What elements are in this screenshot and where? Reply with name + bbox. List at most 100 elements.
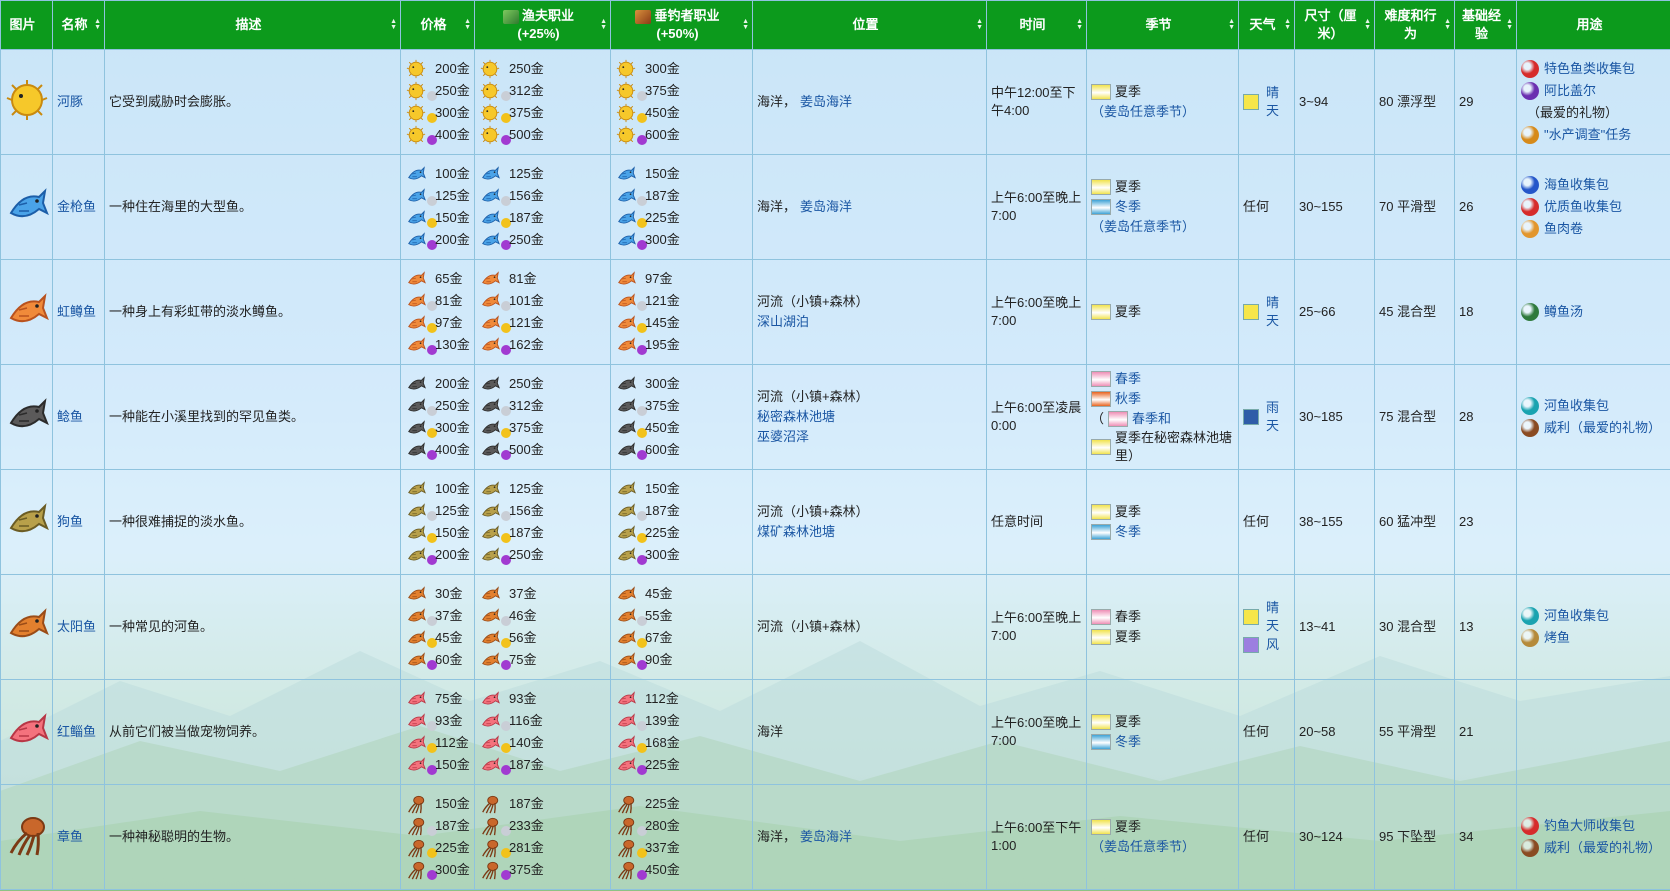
use-link[interactable]: 河鱼收集包 [1544, 397, 1609, 415]
season-line: 夏季 [1091, 302, 1234, 322]
use-link[interactable]: 威利（最爱的礼物） [1544, 419, 1661, 437]
weather-link[interactable]: 晴天 [1266, 599, 1290, 635]
sort-icon[interactable]: ▲ ▼ [1228, 18, 1235, 31]
fish-name-link[interactable]: 狗鱼 [57, 514, 83, 529]
season-link[interactable]: 冬季 [1115, 733, 1141, 751]
use-link[interactable]: 河鱼收集包 [1544, 607, 1609, 625]
use-link[interactable]: 海鱼收集包 [1544, 176, 1609, 194]
sort-icon[interactable]: ▲ ▼ [1444, 18, 1451, 31]
season-link[interactable]: 冬季 [1115, 198, 1141, 216]
location-link[interactable]: 姜岛海洋 [800, 198, 852, 216]
use-line[interactable]: 鳟鱼汤 [1521, 301, 1666, 323]
col-size[interactable]: 尺寸（厘米） ▲ ▼ [1294, 0, 1375, 50]
fish-name-link[interactable]: 章鱼 [57, 829, 83, 844]
quality-iridium-icon [615, 860, 647, 880]
sort-icon[interactable]: ▲ ▼ [464, 18, 471, 31]
col-price[interactable]: 价格 ▲ ▼ [400, 0, 475, 50]
weather-link[interactable]: 雨天 [1266, 399, 1290, 435]
col-location[interactable]: 位置 ▲ ▼ [752, 0, 987, 50]
use-link[interactable]: "水产调查"任务 [1544, 126, 1631, 144]
quality-gold-icon [615, 523, 647, 543]
use-line[interactable]: 特色鱼类收集包 [1521, 58, 1666, 80]
location-link[interactable]: 秘密森林池塘 [757, 408, 835, 426]
use-link[interactable]: 钓鱼大师收集包 [1544, 817, 1635, 835]
season-line: （姜岛任意季节） [1091, 102, 1234, 122]
fish-name-link[interactable]: 红鲻鱼 [57, 724, 96, 739]
sort-icon[interactable]: ▲ ▼ [1506, 18, 1513, 31]
col-difficulty[interactable]: 难度和行为 ▲ ▼ [1374, 0, 1455, 50]
sort-icon[interactable]: ▲ ▼ [1284, 18, 1291, 31]
col-desc[interactable]: 描述 ▲ ▼ [104, 0, 401, 50]
price-line: 337金 [615, 837, 748, 859]
use-link[interactable]: 优质鱼收集包 [1544, 198, 1622, 216]
use-line[interactable]: 河鱼收集包 [1521, 605, 1666, 627]
sort-icon[interactable]: ▲ ▼ [390, 18, 397, 31]
sort-icon[interactable]: ▲ ▼ [600, 18, 607, 31]
price-line: 156金 [479, 185, 606, 207]
use-line[interactable]: 鱼肉卷 [1521, 218, 1666, 240]
location-link[interactable]: 深山湖泊 [757, 313, 809, 331]
pike-icon [408, 481, 426, 495]
col-season[interactable]: 季节 ▲ ▼ [1086, 0, 1239, 50]
season-link[interactable]: 春季和 [1132, 410, 1171, 428]
use-line[interactable]: 威利（最爱的礼物） [1521, 417, 1666, 439]
price-line: 225金 [615, 793, 748, 815]
sunfish-icon [408, 630, 426, 644]
use-link[interactable]: 特色鱼类收集包 [1544, 60, 1635, 78]
use-link[interactable]: 阿比盖尔 [1544, 82, 1596, 100]
season-link[interactable]: （姜岛任意季节） [1091, 218, 1195, 236]
sort-icon[interactable]: ▲ ▼ [1364, 18, 1371, 31]
season-link[interactable]: 秋季 [1115, 390, 1141, 408]
price-value: 250金 [509, 61, 544, 76]
season-link[interactable]: （姜岛任意季节） [1091, 838, 1195, 856]
col-weather[interactable]: 天气 ▲ ▼ [1238, 0, 1295, 50]
location-link[interactable]: 煤矿森林池塘 [757, 523, 835, 541]
use-line[interactable]: 优质鱼收集包 [1521, 196, 1666, 218]
season-link[interactable]: 春季 [1115, 370, 1141, 388]
col-angler[interactable]: 垂钓者职业 (+50%) ▲ ▼ [610, 0, 753, 50]
use-line[interactable]: 河鱼收集包 [1521, 395, 1666, 417]
location-link[interactable]: 巫婆沼泽 [757, 428, 809, 446]
fish-name-link[interactable]: 鲶鱼 [57, 409, 83, 424]
use-link[interactable]: 鱼肉卷 [1544, 220, 1583, 238]
sort-icon[interactable]: ▲ ▼ [94, 18, 101, 31]
time-cell: 上午6:00至晚上7:00 [986, 574, 1087, 680]
price-value: 200金 [435, 61, 470, 76]
quality-iridium-icon [615, 545, 647, 565]
fish-name-link[interactable]: 金枪鱼 [57, 199, 96, 214]
season-link[interactable]: 冬季 [1115, 523, 1141, 541]
quality-iridium-icon [479, 545, 511, 565]
fish-name-link[interactable]: 河豚 [57, 94, 83, 109]
weather-link[interactable]: 晴天 [1266, 84, 1290, 120]
fish-name-link[interactable]: 虹鳟鱼 [57, 304, 96, 319]
weather-link[interactable]: 晴天 [1266, 294, 1290, 330]
col-name[interactable]: 名称 ▲ ▼ [52, 0, 105, 50]
sort-icon[interactable]: ▲ ▼ [742, 18, 749, 31]
use-line[interactable]: 阿比盖尔 [1521, 80, 1666, 102]
location-link[interactable]: 姜岛海洋 [800, 828, 852, 846]
weather-link[interactable]: 风 [1266, 636, 1279, 654]
use-link[interactable]: 鳟鱼汤 [1544, 303, 1583, 321]
catfish-icon [482, 376, 500, 390]
sort-icon[interactable]: ▲ ▼ [976, 18, 983, 31]
fish-name-link[interactable]: 太阳鱼 [57, 619, 96, 634]
use-line[interactable]: "水产调查"任务 [1521, 124, 1666, 146]
col-time[interactable]: 时间 ▲ ▼ [986, 0, 1087, 50]
season-link[interactable]: （姜岛任意季节） [1091, 103, 1195, 121]
octopus-icon [618, 861, 635, 880]
use-link[interactable]: 烤鱼 [1544, 629, 1570, 647]
use-line[interactable]: 钓鱼大师收集包 [1521, 815, 1666, 837]
quality-silver-icon [405, 396, 437, 416]
price-line: 145金 [615, 312, 748, 334]
price-value: 150金 [435, 796, 470, 811]
use-line[interactable]: 威利（最爱的礼物） [1521, 837, 1666, 859]
use-link[interactable]: 威利（最爱的礼物） [1544, 839, 1661, 857]
col-fisher[interactable]: 渔夫职业 (+25%) ▲ ▼ [474, 0, 611, 50]
use-line[interactable]: 海鱼收集包 [1521, 174, 1666, 196]
use-line[interactable]: 烤鱼 [1521, 627, 1666, 649]
sort-icon[interactable]: ▲ ▼ [1076, 18, 1083, 31]
season-line: 夏季 [1091, 817, 1234, 837]
col-xp[interactable]: 基础经验 ▲ ▼ [1454, 0, 1517, 50]
sunfish-icon [482, 630, 500, 644]
location-link[interactable]: 姜岛海洋 [800, 93, 852, 111]
